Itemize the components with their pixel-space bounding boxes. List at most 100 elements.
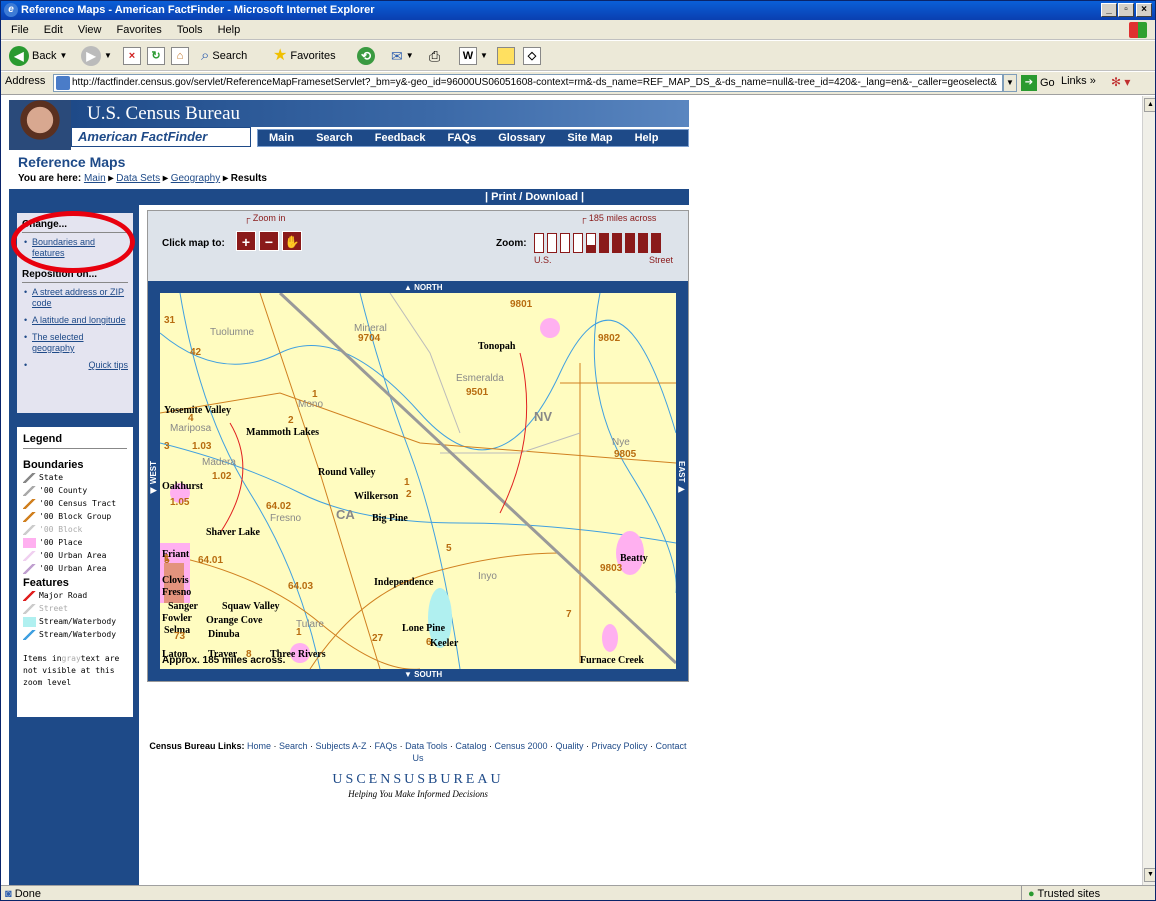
edit-button[interactable]: W ▼ bbox=[459, 46, 488, 66]
latlon-link[interactable]: A latitude and longitude bbox=[22, 315, 128, 326]
back-button[interactable]: ◀ Back ▼ bbox=[9, 46, 67, 66]
zoom-level-8[interactable] bbox=[625, 233, 635, 253]
nav-help[interactable]: Help bbox=[624, 130, 670, 146]
zoom-level-5[interactable] bbox=[586, 233, 596, 253]
history-button[interactable]: ⟲ bbox=[357, 46, 375, 66]
footer-link-0[interactable]: Home bbox=[247, 741, 271, 751]
toolbar: ◀ Back ▼ ▶ ▼ × ↻ ⌂ ⌕ Search ★ Favorites ⟲ … bbox=[1, 41, 1155, 71]
forward-button[interactable]: ▶ ▼ bbox=[81, 46, 112, 66]
zoom-level-7[interactable] bbox=[612, 233, 622, 253]
legend-boundary-6: '00 Urban Area bbox=[23, 549, 127, 562]
toolbar-extra-icon[interactable]: ✻ ▾ bbox=[1111, 75, 1130, 89]
map-tract-0: 9801 bbox=[510, 299, 533, 310]
home-button[interactable]: ⌂ bbox=[171, 46, 189, 66]
scroll-down-arrow[interactable]: ▼ bbox=[1144, 868, 1155, 882]
street-address-link[interactable]: A street address or ZIP code bbox=[22, 287, 128, 309]
messenger-button[interactable]: ◇ bbox=[523, 46, 541, 66]
nav-glossary[interactable]: Glossary bbox=[487, 130, 556, 146]
legend-boundary-5: '00 Place bbox=[23, 536, 127, 549]
menu-tools[interactable]: Tools bbox=[177, 24, 203, 36]
map-scale-text: Approx. 185 miles across. bbox=[162, 655, 286, 666]
nav-feedback[interactable]: Feedback bbox=[364, 130, 437, 146]
menu-help[interactable]: Help bbox=[218, 24, 241, 36]
vertical-scrollbar[interactable]: ▲ ▼ bbox=[1142, 96, 1155, 885]
north-arrow[interactable]: ▲ NORTH bbox=[404, 283, 443, 292]
zoom-level-9[interactable] bbox=[638, 233, 648, 253]
map-place-9: Clovis bbox=[162, 575, 189, 586]
scroll-up-arrow[interactable]: ▲ bbox=[1144, 98, 1155, 112]
footer-link-7[interactable]: Quality bbox=[556, 741, 584, 751]
search-button[interactable]: ⌕ Search bbox=[201, 46, 247, 66]
legend-boundary-1: '00 County bbox=[23, 484, 127, 497]
footer-link-8[interactable]: Privacy Policy bbox=[592, 741, 648, 751]
header-photo bbox=[9, 100, 71, 150]
nav-sitemap[interactable]: Site Map bbox=[556, 130, 623, 146]
boundaries-link[interactable]: Boundaries and features bbox=[22, 237, 128, 259]
search-icon: ⌕ bbox=[201, 47, 210, 64]
menu-edit[interactable]: Edit bbox=[44, 24, 63, 36]
south-arrow[interactable]: ▼ SOUTH bbox=[404, 670, 442, 679]
menu-file[interactable]: File bbox=[11, 24, 29, 36]
footer-link-2[interactable]: Subjects A-Z bbox=[316, 741, 367, 751]
discuss-button[interactable] bbox=[497, 46, 515, 66]
main-nav: Main Search Feedback FAQs Glossary Site … bbox=[257, 129, 689, 147]
pan-hand-button[interactable]: ✋ bbox=[282, 231, 302, 251]
legend-boundary-swatch-icon bbox=[23, 563, 36, 574]
selected-geography-link[interactable]: The selected geography bbox=[22, 332, 128, 354]
footer-link-6[interactable]: Census 2000 bbox=[494, 741, 547, 751]
print-button[interactable]: ⎙ bbox=[429, 46, 440, 66]
nav-main[interactable]: Main bbox=[258, 130, 305, 146]
refresh-button[interactable]: ↻ bbox=[147, 46, 165, 66]
nav-faqs[interactable]: FAQs bbox=[437, 130, 488, 146]
word-icon: W bbox=[459, 47, 477, 65]
menu-view[interactable]: View bbox=[78, 24, 102, 36]
menu-favorites[interactable]: Favorites bbox=[117, 24, 162, 36]
map-tract-27: 27 bbox=[372, 633, 384, 644]
go-button[interactable]: ➔ Go bbox=[1021, 75, 1055, 91]
zoom-us-label: U.S. bbox=[534, 255, 552, 265]
footer-link-3[interactable]: FAQs bbox=[375, 741, 398, 751]
map-tract-22: 9803 bbox=[600, 563, 623, 574]
quick-tips-link[interactable]: Quick tips bbox=[22, 360, 128, 371]
zoom-level-4[interactable] bbox=[573, 233, 583, 253]
change-box: Change... Boundaries and features Reposi… bbox=[11, 211, 135, 413]
map-place-3: Round Valley bbox=[318, 467, 376, 478]
zoom-in-button[interactable]: + bbox=[236, 231, 256, 251]
links-button[interactable]: Links » bbox=[1061, 75, 1096, 87]
refresh-icon: ↻ bbox=[147, 47, 165, 65]
mail-button[interactable]: ✉ ▼ bbox=[391, 46, 414, 66]
footer-link-1[interactable]: Search bbox=[279, 741, 308, 751]
nav-search[interactable]: Search bbox=[305, 130, 364, 146]
east-arrow[interactable]: EAST ▶ bbox=[677, 461, 686, 494]
address-input[interactable]: http://factfinder.census.gov/servlet/Ref… bbox=[53, 74, 1003, 92]
legend-note: Items ingraytext are not visible at this… bbox=[23, 654, 120, 687]
zoom-level-6[interactable] bbox=[599, 233, 609, 253]
crumb-datasets[interactable]: Data Sets bbox=[116, 173, 160, 184]
zoom-level-3[interactable] bbox=[560, 233, 570, 253]
zoom-level-1[interactable] bbox=[534, 233, 544, 253]
favorites-button[interactable]: ★ Favorites bbox=[273, 46, 336, 66]
close-button[interactable]: × bbox=[1136, 3, 1152, 17]
crumb-main[interactable]: Main bbox=[84, 173, 106, 184]
map-county-2: Esmeralda bbox=[456, 373, 504, 384]
zoom-out-button[interactable]: − bbox=[259, 231, 279, 251]
factfinder-logo[interactable]: American FactFinder bbox=[71, 127, 251, 147]
print-download-link[interactable]: | Print / Download | bbox=[485, 189, 584, 205]
map-county-1: Tuolumne bbox=[210, 327, 255, 338]
legend-boundary-swatch-icon bbox=[23, 524, 36, 535]
zoom-level-2[interactable] bbox=[547, 233, 557, 253]
minimize-button[interactable]: _ bbox=[1101, 3, 1117, 17]
west-arrow[interactable]: ◀ WEST bbox=[149, 461, 158, 495]
map-tract-10: 1.03 bbox=[192, 441, 212, 452]
footer-label: Census Bureau Links: bbox=[149, 741, 245, 751]
zoom-level-10[interactable] bbox=[651, 233, 661, 253]
footer-link-4[interactable]: Data Tools bbox=[405, 741, 447, 751]
maximize-button[interactable]: ▫ bbox=[1118, 3, 1134, 17]
crumb-geography[interactable]: Geography bbox=[171, 173, 220, 184]
legend-feature-swatch-icon bbox=[23, 629, 36, 640]
stop-button[interactable]: × bbox=[123, 46, 141, 66]
reference-map[interactable]: Tonopah Yosemite Valley Mammoth Lakes Round… bbox=[160, 293, 676, 669]
address-dropdown[interactable]: ▼ bbox=[1003, 74, 1017, 92]
diamond-icon: ◇ bbox=[523, 47, 541, 65]
footer-link-5[interactable]: Catalog bbox=[455, 741, 486, 751]
